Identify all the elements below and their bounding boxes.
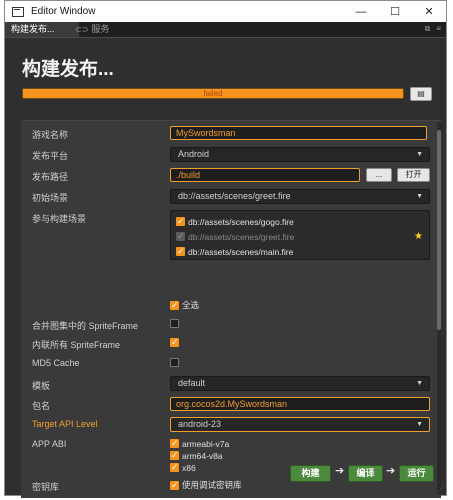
inline-spriteframe-label: 内联所有 SpriteFrame <box>32 340 121 350</box>
title-bar: Editor Window — ☐ ✕ <box>5 1 446 22</box>
build-button[interactable]: 构建 <box>290 465 331 482</box>
inline-spriteframe-checkbox[interactable] <box>170 337 179 348</box>
settings-form: 游戏名称 MySwordsman 发布平台 Android ▼ 发布路径 ./b… <box>21 120 441 498</box>
checkbox[interactable] <box>170 438 179 449</box>
target-api-label: Target API Level <box>32 419 98 429</box>
scene-checkbox[interactable] <box>176 216 185 227</box>
scene-checkbox[interactable] <box>176 246 185 257</box>
checkbox[interactable] <box>170 480 179 491</box>
start-scene-label: 初始场景 <box>32 193 69 203</box>
abi-name: x86 <box>182 462 196 473</box>
merge-spriteframe-checkbox[interactable] <box>170 318 179 329</box>
checkbox[interactable] <box>170 462 179 473</box>
platform-select[interactable]: Android ▼ <box>170 147 430 162</box>
start-scene-value: db://assets/scenes/greet.fire <box>178 191 291 201</box>
close-button[interactable]: ✕ <box>412 1 446 22</box>
checkbox[interactable] <box>170 300 179 311</box>
popout-icon[interactable]: ⧉ <box>425 24 431 34</box>
tab-services[interactable]: ⊂⊃ 服务 <box>69 22 115 37</box>
abi-option[interactable]: x86 <box>170 462 196 473</box>
platform-value: Android <box>178 149 210 159</box>
scene-item[interactable]: db://assets/scenes/gogo.fire <box>176 216 294 227</box>
md5-cache-checkbox[interactable] <box>170 357 179 368</box>
run-button[interactable]: 运行 <box>399 465 434 482</box>
build-progress-bar: failed <box>22 88 404 99</box>
scene-path: db://assets/scenes/main.fire <box>188 246 294 257</box>
build-path-input[interactable]: ./build <box>170 168 360 182</box>
target-api-select[interactable]: android-23 ▼ <box>170 417 430 432</box>
open-path-button[interactable]: 打开 <box>397 168 430 182</box>
progress-status: failed <box>203 89 223 98</box>
scene-item[interactable]: db://assets/scenes/main.fire <box>176 246 293 257</box>
abi-name: arm64-v8a <box>182 450 223 461</box>
scene-path: db://assets/scenes/greet.fire <box>188 231 295 242</box>
app-abi-label: APP ABI <box>32 439 67 449</box>
keystore-label: 密钥库 <box>32 482 60 492</box>
abi-option[interactable]: armeabi-v7a <box>170 438 229 449</box>
scenes-list: db://assets/scenes/gogo.fire db://assets… <box>170 210 430 260</box>
keystore-option: 使用调试密钥库 <box>182 480 242 490</box>
tab-build[interactable]: 构建发布... <box>5 22 79 37</box>
build-panel: 构建发布... failed ▤ 游戏名称 MySwordsman 发布平台 A… <box>5 38 446 498</box>
template-label: 模板 <box>32 381 51 391</box>
game-name-input[interactable]: MySwordsman <box>170 126 427 140</box>
link-icon: ⊂⊃ <box>75 25 89 34</box>
scrollbar[interactable] <box>437 122 441 494</box>
caret-down-icon: ▼ <box>416 421 423 428</box>
browse-path-button[interactable]: ... <box>366 168 392 182</box>
editor-window: Editor Window — ☐ ✕ 构建发布... ⊂⊃ 服务 ⧉ ≡ 构建发… <box>4 0 447 498</box>
maximize-button[interactable]: ☐ <box>378 1 412 22</box>
tab-services-label: 服务 <box>91 24 110 34</box>
caret-down-icon: ▼ <box>416 193 423 200</box>
package-name-input[interactable]: org.cocos2d.MySwordsman <box>170 397 430 411</box>
checkbox[interactable] <box>170 358 179 368</box>
template-value: default <box>178 378 206 388</box>
arrow-right-icon: ➔ <box>386 465 396 477</box>
abi-name: armeabi-v7a <box>182 438 230 449</box>
package-name-label: 包名 <box>32 401 51 411</box>
build-path-label: 发布路径 <box>32 172 69 182</box>
log-button[interactable]: ▤ <box>410 87 432 101</box>
scene-item: db://assets/scenes/greet.fire <box>176 231 294 242</box>
template-select[interactable]: default ▼ <box>170 376 430 391</box>
menu-icon[interactable]: ≡ <box>436 24 441 34</box>
caret-down-icon: ▼ <box>416 151 423 158</box>
abi-option[interactable]: arm64-v8a <box>170 450 223 461</box>
md5-cache-label: MD5 Cache <box>32 358 80 368</box>
checkbox[interactable] <box>170 337 179 348</box>
minimize-button[interactable]: — <box>344 1 378 22</box>
scene-checkbox <box>176 231 185 242</box>
star-icon: ★ <box>414 231 423 242</box>
scene-path: db://assets/scenes/gogo.fire <box>188 216 294 227</box>
scroll-thumb[interactable] <box>437 130 441 330</box>
window-title: Editor Window <box>31 6 96 17</box>
start-scene-select[interactable]: db://assets/scenes/greet.fire ▼ <box>170 189 430 204</box>
resize-grip-icon[interactable]: ⋰ <box>437 485 444 493</box>
game-name-label: 游戏名称 <box>32 130 69 140</box>
select-all-label: 全选 <box>182 300 200 310</box>
checkbox[interactable] <box>170 450 179 461</box>
platform-label: 发布平台 <box>32 151 69 161</box>
caret-down-icon: ▼ <box>416 380 423 387</box>
debug-keystore-checkbox[interactable]: 使用调试密钥库 <box>170 479 242 491</box>
tab-bar: 构建发布... ⊂⊃ 服务 ⧉ ≡ <box>5 22 446 38</box>
compile-button[interactable]: 编译 <box>348 465 383 482</box>
tab-tools: ⧉ ≡ <box>425 24 441 34</box>
app-window-icon <box>12 6 24 17</box>
page-title: 构建发布... <box>22 59 114 80</box>
target-api-value: android-23 <box>178 419 222 429</box>
checkbox[interactable] <box>170 319 179 329</box>
select-all-checkbox[interactable]: 全选 <box>170 299 199 311</box>
arrow-right-icon: ➔ <box>335 465 345 477</box>
scenes-label: 参与构建场景 <box>32 214 87 224</box>
merge-spriteframe-label: 合并图集中的 SpriteFrame <box>32 321 139 331</box>
